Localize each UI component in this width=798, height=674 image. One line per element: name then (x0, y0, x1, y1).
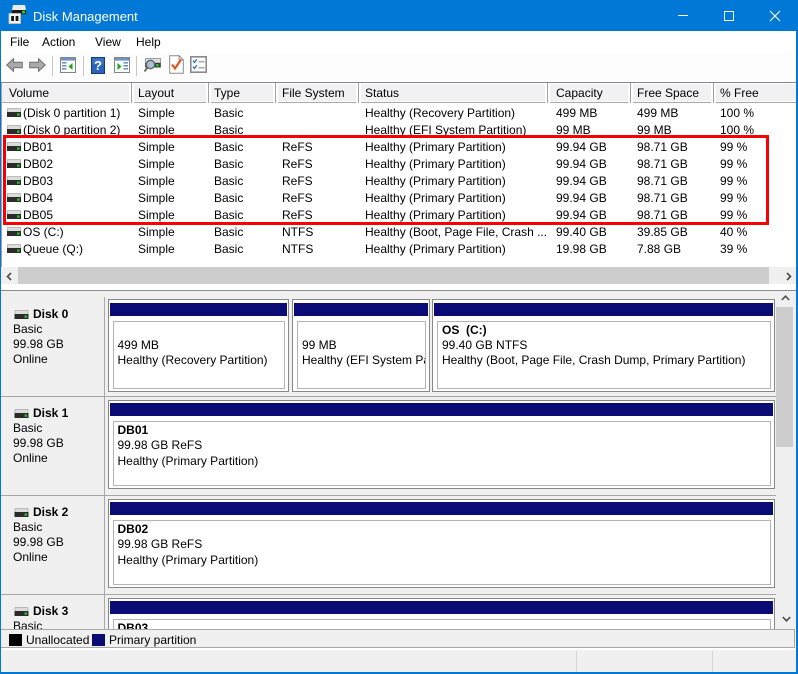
svg-text:?: ? (94, 58, 102, 73)
